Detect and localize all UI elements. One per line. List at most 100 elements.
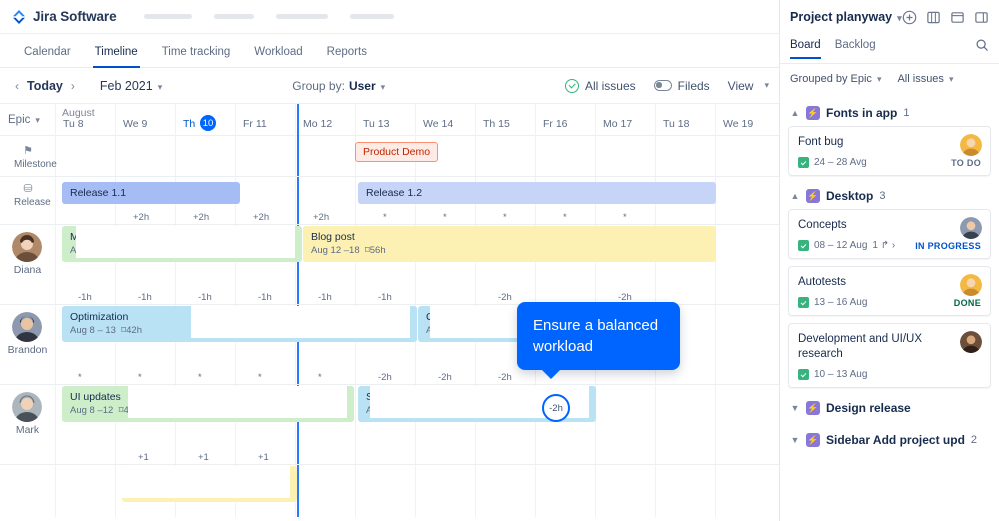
task-dates: Aug 12 –18 ⌑56h bbox=[311, 245, 708, 257]
jira-main-area: Jira Software Calendar Timeline Time tra… bbox=[0, 0, 780, 521]
day-label: Th 15 bbox=[483, 118, 510, 130]
panel-layout-icon[interactable] bbox=[950, 10, 965, 25]
task-optimization-1[interactable]: Optimization Aug 8 – 13 ⌑42h 7h Daily bbox=[62, 306, 417, 342]
search-icon[interactable] bbox=[975, 38, 989, 59]
add-circle-icon[interactable] bbox=[902, 10, 917, 25]
chevron-down-icon: ▾ bbox=[948, 74, 954, 84]
day-label: We 19 bbox=[723, 118, 754, 130]
view-label: View bbox=[727, 78, 754, 93]
topbar-placeholder-items bbox=[144, 14, 395, 19]
list-view-icon[interactable] bbox=[926, 10, 941, 25]
day-delta: +2h bbox=[313, 212, 330, 223]
epic-group-name: Sidebar Add project upd bbox=[826, 433, 965, 447]
month-selector[interactable]: Feb 2021 ▾ bbox=[100, 79, 162, 93]
task-ui-updates[interactable]: UI updates Aug 8 –12 ⌑48h 8h Daily bbox=[62, 386, 354, 422]
filter-all-issues[interactable]: All issues ▾ bbox=[897, 73, 953, 85]
tab-workload[interactable]: Workload bbox=[242, 46, 314, 67]
epic-group-name: Design release bbox=[826, 401, 911, 415]
day-delta: -1h bbox=[258, 292, 272, 303]
epic-group-name: Desktop bbox=[826, 189, 874, 203]
filter-all-issues-label: All issues bbox=[897, 73, 944, 85]
epic-group-header[interactable]: ▲ ⚡ Fonts in app 1 bbox=[788, 100, 991, 126]
chevron-down-icon[interactable]: ▼ bbox=[790, 435, 800, 445]
row-divider bbox=[0, 464, 779, 465]
issue-dates: 24 – 28 Avg bbox=[814, 157, 867, 168]
day-label: Fr 11 bbox=[243, 118, 267, 130]
day-delta: +1 bbox=[138, 452, 149, 463]
today-button[interactable]: Today bbox=[24, 79, 66, 93]
skeleton-bar bbox=[214, 14, 255, 19]
group-by-label: Group by: bbox=[292, 78, 345, 93]
panel-body: ▲ ⚡ Fonts in app 1 Font bug 24 – 28 Avg … bbox=[780, 94, 999, 521]
avatar bbox=[960, 274, 982, 296]
task-date-range: Aug 12 –18 bbox=[311, 245, 360, 256]
day-label: Tu 13 bbox=[363, 118, 390, 130]
epic-group-desktop: ▲ ⚡ Desktop 3 Concepts 08 – 12 Aug 1 ↱ ›… bbox=[788, 183, 991, 388]
task-main-page[interactable]: Main page Aug 8 – 11 ⌑40h 10h Daily bbox=[62, 226, 302, 262]
issue-title: Development and UI/UX research bbox=[798, 333, 923, 360]
issue-card[interactable]: Development and UI/UX research 10 – 13 A… bbox=[788, 323, 991, 388]
day-delta: +1 bbox=[198, 452, 209, 463]
all-issues-filter[interactable]: All issues bbox=[564, 78, 636, 93]
group-by-control[interactable]: Group by: User ▾ bbox=[292, 79, 385, 93]
toolbar-right-group: All issues Fileds View ▾ bbox=[564, 78, 769, 93]
epic-column-header[interactable]: Epic ▾ bbox=[0, 104, 55, 136]
issue-dates: 13 – 16 Aug bbox=[814, 297, 868, 308]
filter-grouped-by[interactable]: Grouped by Epic ▾ bbox=[790, 73, 881, 85]
fields-toggle[interactable]: Fileds bbox=[653, 79, 710, 93]
day-delta: * bbox=[78, 372, 82, 383]
coach-tooltip: Ensure a balanced workload bbox=[517, 302, 680, 379]
next-period-button[interactable]: › bbox=[66, 79, 80, 93]
chevron-up-icon[interactable]: ▲ bbox=[790, 191, 800, 201]
epic-icon: ⚡ bbox=[806, 189, 820, 203]
skeleton-bar bbox=[350, 14, 395, 19]
chevron-down-icon[interactable]: ▼ bbox=[790, 403, 800, 413]
release-bar-label: Release 1.2 bbox=[366, 187, 423, 199]
epic-icon: ⚡ bbox=[806, 401, 820, 415]
tab-calendar[interactable]: Calendar bbox=[12, 46, 83, 67]
release-icon: ⛁ bbox=[23, 183, 33, 195]
day-delta: +2h bbox=[133, 212, 150, 223]
panel-tab-board[interactable]: Board bbox=[790, 39, 821, 59]
epic-group-header[interactable]: ▼ ⚡ Design release bbox=[788, 395, 991, 421]
issue-card[interactable]: Concepts 08 – 12 Aug 1 ↱ › IN PROGRESS bbox=[788, 209, 991, 259]
panel-tab-backlog[interactable]: Backlog bbox=[835, 39, 876, 58]
task-blog-post-diana[interactable]: Blog post Aug 12 –18 ⌑56h bbox=[303, 226, 716, 262]
highlighted-day-delta[interactable]: -2h bbox=[542, 394, 570, 422]
release-bar-2[interactable]: Release 1.2 bbox=[358, 182, 716, 204]
tab-timeline[interactable]: Timeline bbox=[83, 46, 150, 68]
prev-period-button[interactable]: ‹ bbox=[10, 79, 24, 93]
release-bar-label: Release 1.1 bbox=[70, 187, 127, 199]
day-label: Tu 18 bbox=[663, 118, 690, 130]
status-badge: TO DO bbox=[951, 157, 981, 168]
task-blog-post-mark[interactable]: Blog post Aug 10 –15 ⌑18h 9h Daily bbox=[122, 466, 297, 502]
issue-dates: 08 – 12 Aug bbox=[814, 240, 868, 251]
tab-time-tracking[interactable]: Time tracking bbox=[150, 46, 243, 67]
milestone-product-demo[interactable]: Product Demo bbox=[355, 142, 439, 162]
timeline-grid: Epic ▾ August Tu 8 We 9 Th 10 Fr 11 Mo 12… bbox=[0, 104, 779, 517]
release-lane: ⛁ Release bbox=[14, 182, 51, 208]
epic-group-header[interactable]: ▲ ⚡ Desktop 3 bbox=[788, 183, 991, 209]
panel-header: Project planyway ▾ bbox=[780, 0, 999, 34]
epic-group-fonts-in-app: ▲ ⚡ Fonts in app 1 Font bug 24 – 28 Avg … bbox=[788, 100, 991, 176]
epic-group-header[interactable]: ▼ ⚡ Sidebar Add project upd 2 bbox=[788, 427, 991, 453]
release-label: Release bbox=[14, 197, 51, 208]
filter-grouped-by-label: Grouped by Epic bbox=[790, 73, 872, 85]
row-divider bbox=[0, 224, 779, 225]
task-daily-rate: 7h Daily bbox=[191, 306, 410, 338]
issue-title: Concepts bbox=[798, 219, 847, 231]
group-by-value: User bbox=[348, 78, 376, 93]
chevron-up-icon[interactable]: ▲ bbox=[790, 108, 800, 118]
issue-card[interactable]: Autotests 13 – 16 Aug DONE bbox=[788, 266, 991, 316]
row-divider bbox=[0, 384, 779, 385]
release-bar-1[interactable]: Release 1.1 bbox=[62, 182, 240, 204]
status-check-icon bbox=[798, 240, 809, 251]
split-view-icon[interactable] bbox=[974, 10, 989, 25]
view-menu[interactable]: View ▾ bbox=[728, 79, 769, 93]
issue-card[interactable]: Font bug 24 – 28 Avg TO DO bbox=[788, 126, 991, 176]
day-delta: -2h bbox=[378, 372, 392, 383]
user-name: Mark bbox=[15, 424, 40, 436]
tab-reports[interactable]: Reports bbox=[315, 46, 379, 67]
panel-title[interactable]: Project planyway ▾ bbox=[790, 10, 902, 24]
epic-column-label: Epic bbox=[8, 114, 31, 126]
